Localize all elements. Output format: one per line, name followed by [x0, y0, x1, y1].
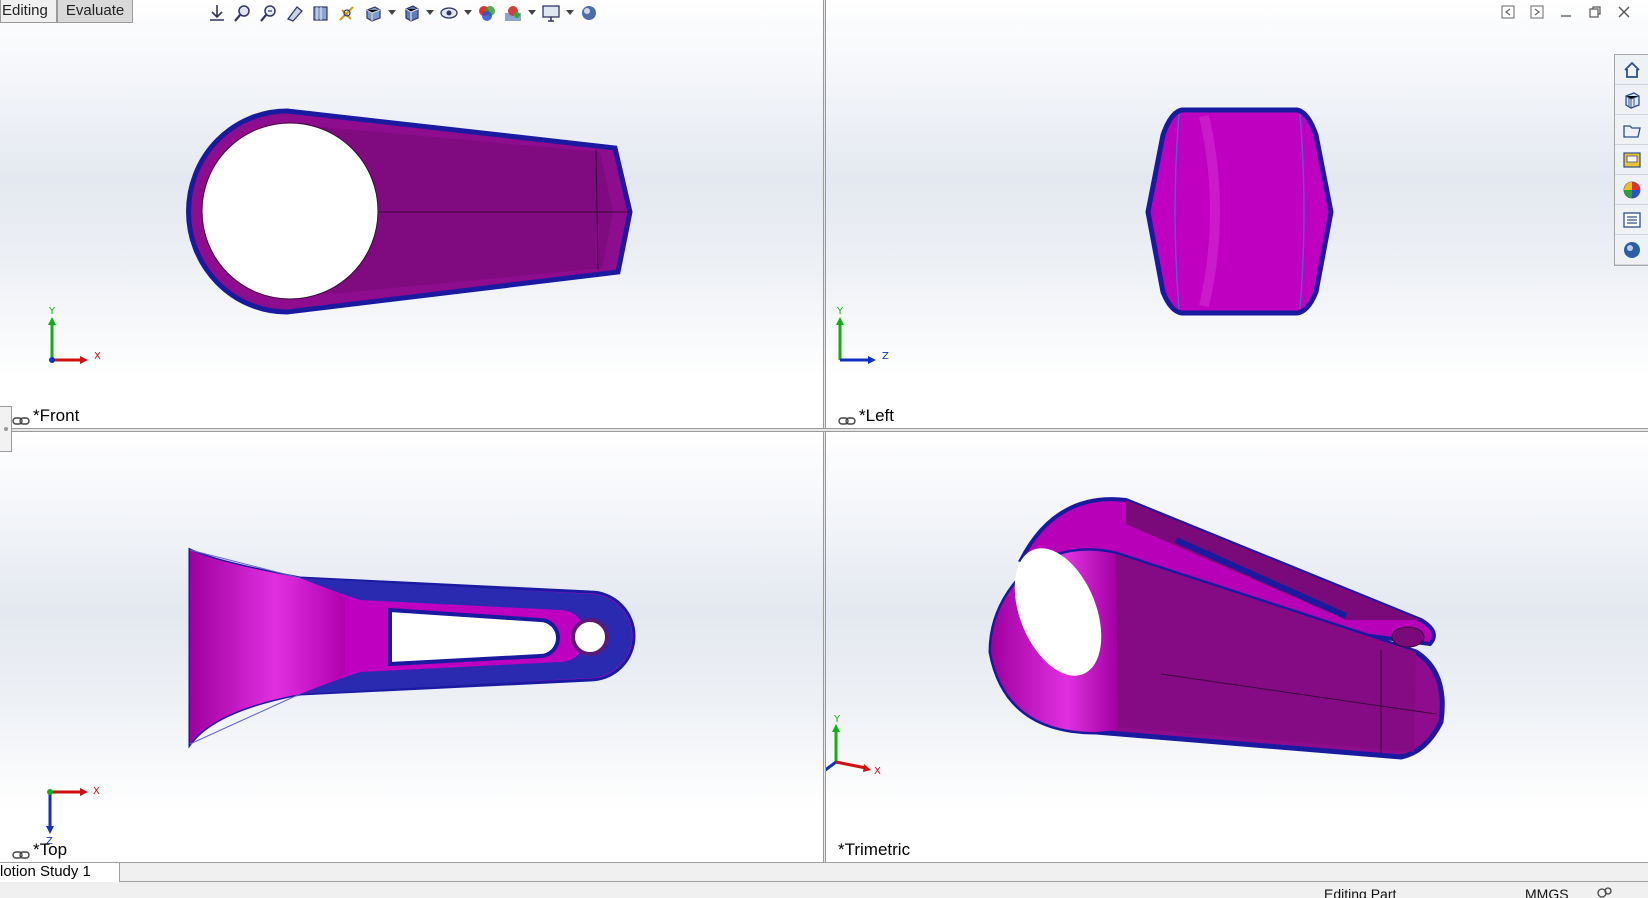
motion-study-tab-bar: lotion Study 1 [0, 862, 1648, 882]
zoom-to-area-icon[interactable] [231, 2, 255, 24]
task-pane-tabs [1614, 54, 1648, 266]
design-library-icon[interactable] [1615, 85, 1648, 115]
tab-editing[interactable]: Editing [0, 0, 57, 23]
unit-system[interactable]: MMGS [1525, 886, 1569, 898]
chevron-down-icon[interactable] [565, 2, 575, 24]
tab-evaluate[interactable]: Evaluate [56, 0, 134, 23]
edit-appearance-icon[interactable] [475, 2, 499, 24]
axis-triad: X Z [46, 786, 100, 844]
view-palette-icon[interactable] [1615, 145, 1648, 175]
viewport-label-front: *Front [12, 406, 79, 426]
dot-icon [3, 427, 8, 431]
svg-text:Y: Y [833, 714, 841, 725]
svg-text:Y: Y [48, 306, 56, 317]
zoom-to-fit-icon[interactable] [205, 2, 229, 24]
cad-window: Y X *Front Y Z *Left X Z *Top Y X *Trime… [0, 0, 1648, 898]
minimize-icon[interactable] [1556, 3, 1576, 21]
appearances-scenes-icon[interactable] [1615, 175, 1648, 205]
tab-motion-study-1[interactable]: lotion Study 1 [0, 863, 120, 882]
chevron-down-icon[interactable] [387, 2, 397, 24]
part-trimetric-view[interactable] [826, 432, 1648, 862]
display-style-icon[interactable] [399, 2, 423, 24]
restore-icon[interactable] [1585, 3, 1605, 21]
viewport-front[interactable]: Y X *Front [0, 0, 824, 428]
view-orientation-icon[interactable] [361, 2, 385, 24]
svg-text:X: X [874, 766, 881, 777]
status-bar: Editing Part MMGS [0, 882, 1648, 898]
chevron-down-icon[interactable] [527, 2, 537, 24]
next-window-icon[interactable] [1527, 3, 1547, 21]
heads-up-view-toolbar [205, 2, 601, 24]
svg-text:X: X [93, 786, 100, 797]
part-top-view[interactable] [0, 432, 824, 862]
link-view-icon[interactable] [12, 411, 30, 425]
apply-scene-icon[interactable] [501, 2, 525, 24]
link-view-icon[interactable] [12, 845, 30, 859]
close-icon[interactable] [1614, 3, 1634, 21]
svg-text:X: X [94, 351, 101, 362]
previous-view-icon[interactable] [257, 2, 281, 24]
viewport-label-left: *Left [838, 406, 894, 426]
viewport-top[interactable]: X Z *Top [0, 432, 824, 862]
viewport-label-trimetric: *Trimetric [838, 840, 911, 859]
viewport-window-controls [1498, 3, 1634, 21]
status-mode: Editing Part [1324, 886, 1397, 898]
hide-show-items-icon[interactable] [437, 2, 461, 24]
command-manager-tabs: Editing Evaluate [0, 0, 134, 23]
link-view-icon[interactable] [838, 411, 856, 425]
part-left-view[interactable] [826, 0, 1648, 428]
svg-text:Z: Z [882, 351, 889, 362]
axis-triad: Y X [48, 306, 101, 364]
part-front-view[interactable] [0, 0, 824, 428]
file-explorer-icon[interactable] [1615, 115, 1648, 145]
axis-triad: Y Z [836, 306, 889, 364]
svg-text:Y: Y [836, 306, 844, 317]
chevron-down-icon[interactable] [463, 2, 473, 24]
viewport-left[interactable]: Y Z *Left [826, 0, 1648, 428]
realview-graphics-icon[interactable] [577, 2, 601, 24]
viewport-label-top: *Top [12, 840, 67, 860]
viewport-trimetric[interactable]: Y X Z *Trimetric [826, 432, 1648, 862]
feature-tree-collapse-handle[interactable] [0, 406, 12, 452]
previous-window-icon[interactable] [1498, 3, 1518, 21]
dynamic-annotation-icon[interactable] [309, 2, 333, 24]
chevron-down-icon[interactable] [425, 2, 435, 24]
solidworks-resources-icon[interactable] [1615, 235, 1648, 265]
customize-icon[interactable] [1596, 885, 1612, 898]
section-view-icon[interactable] [283, 2, 307, 24]
view-settings-icon[interactable] [539, 2, 563, 24]
home-icon[interactable] [1615, 55, 1648, 85]
custom-properties-icon[interactable] [1615, 205, 1648, 235]
viewport-splitter-horizontal[interactable] [0, 428, 1648, 432]
3d-drawing-view-icon[interactable] [335, 2, 359, 24]
axis-triad: Y X Z [826, 714, 881, 777]
